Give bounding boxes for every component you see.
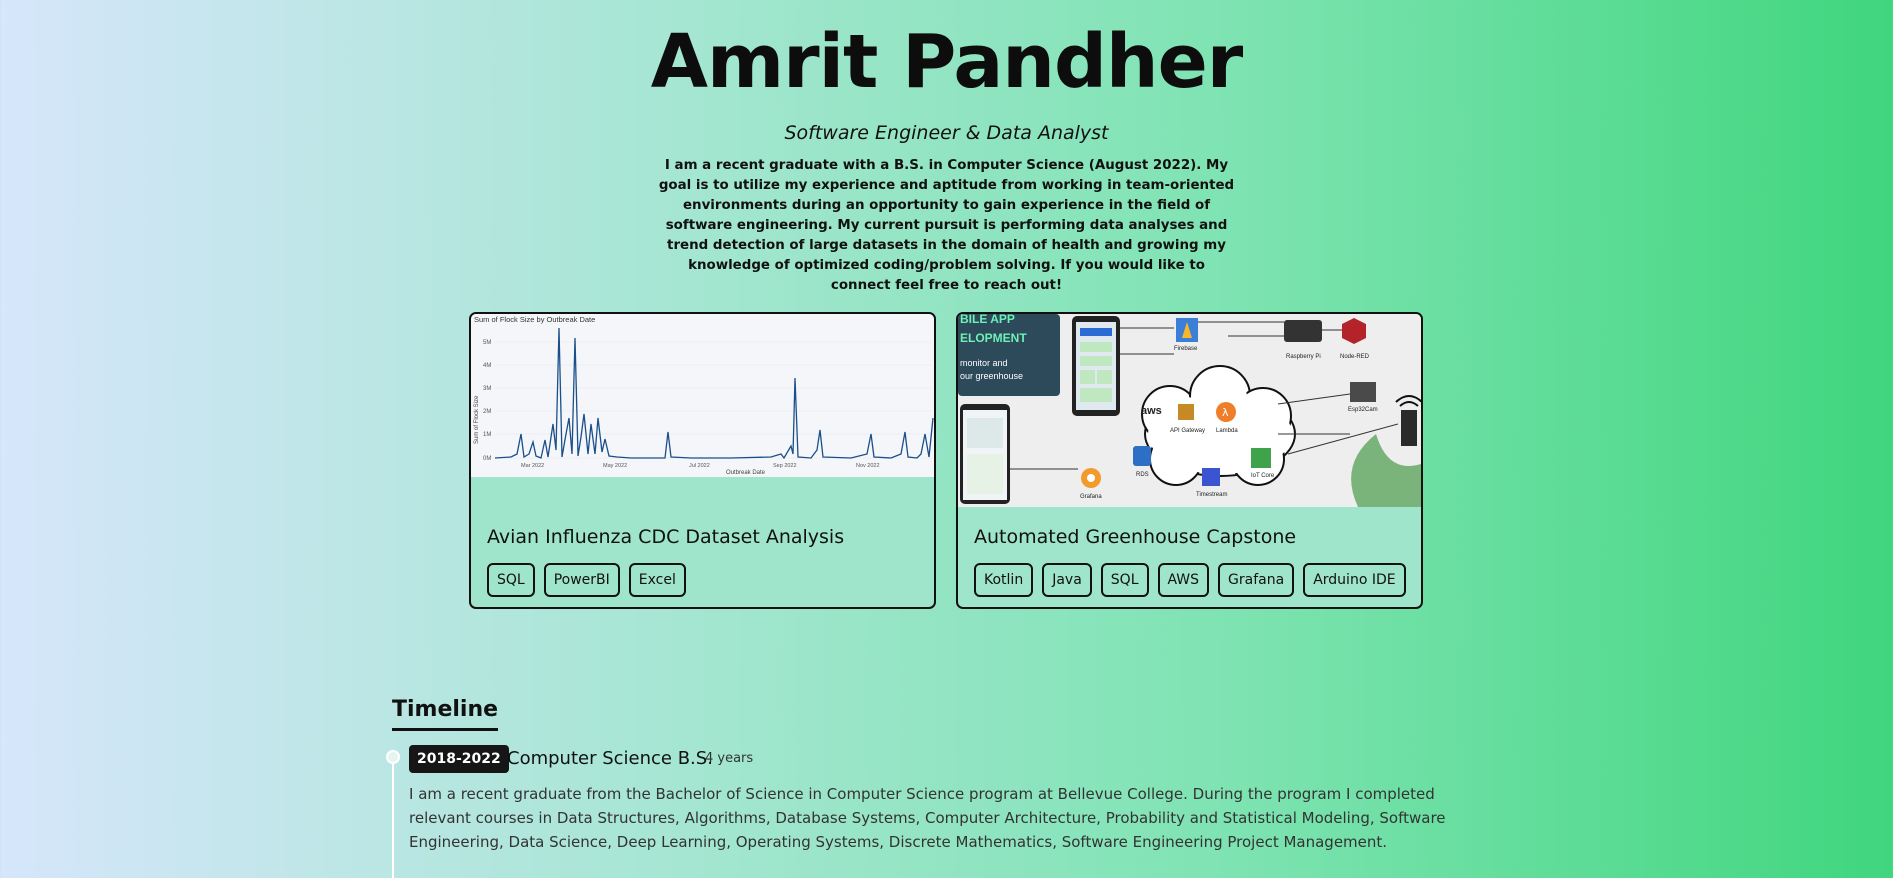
tag-java: Java <box>1042 563 1092 597</box>
project-title: Automated Greenhouse Capstone <box>974 526 1297 548</box>
thumb-banner-line: ELOPMENT <box>960 331 1027 345</box>
diagram-label: Firebase <box>1174 346 1198 352</box>
xtick: May 2022 <box>603 463 627 469</box>
diagram-label: Lambda <box>1216 428 1238 434</box>
header: Amrit Pandher Software Engineer & Data A… <box>0 0 1893 296</box>
diagram-label: Timestream <box>1196 492 1227 498</box>
diagram-label: API Gateway <box>1170 428 1205 434</box>
tag-excel: Excel <box>628 563 686 597</box>
page-title: Amrit Pandher <box>650 19 1244 105</box>
bio-text: I am a recent graduate with a B.S. in Co… <box>658 158 1235 293</box>
ytick: 2M <box>483 409 491 415</box>
diagram-label: IoT Core <box>1251 473 1275 479</box>
diagram-label: Node-RED <box>1340 354 1370 360</box>
thumb-banner-line: our greenhouse <box>960 371 1023 381</box>
project-card-avian-influenza[interactable]: Sum of Flock Size by Outbreak Date Sum o… <box>469 312 936 609</box>
tag-powerbi: PowerBI <box>543 563 620 597</box>
diagram-label: Raspberry Pi <box>1286 354 1321 360</box>
diagram-label: Esp32Cam <box>1348 407 1378 413</box>
timeline-dot <box>386 750 400 764</box>
xtick: Sep 2022 <box>773 463 797 469</box>
thumb-chart-title: Sum of Flock Size by Outbreak Date <box>474 315 595 324</box>
project-title: Avian Influenza CDC Dataset Analysis <box>487 526 845 548</box>
raspberry-pi-icon <box>1284 320 1322 342</box>
tag-aws: AWS <box>1157 563 1210 597</box>
xtick: Jul 2022 <box>689 463 710 469</box>
ytick: 1M <box>483 432 491 438</box>
timestream-icon <box>1202 468 1220 486</box>
project-tags: SQL PowerBI Excel <box>487 563 686 597</box>
timeline-heading: Timeline <box>392 696 499 731</box>
thumb-banner <box>958 314 1060 396</box>
rds-icon <box>1133 446 1151 466</box>
diagram-label: RDS <box>1136 472 1149 478</box>
tag-kotlin: Kotlin <box>974 563 1034 597</box>
esp32cam-icon <box>1350 382 1376 402</box>
thumb-ylabel: Sum of Flock Size <box>474 395 480 444</box>
timeline-date-badge: 2018-2022 <box>409 745 509 773</box>
api-gateway-icon <box>1178 404 1194 420</box>
xtick: Mar 2022 <box>521 463 544 469</box>
tag-arduino-ide: Arduino IDE <box>1303 563 1406 597</box>
ytick: 5M <box>483 340 491 346</box>
project-thumbnail-chart: Sum of Flock Size by Outbreak Date Sum o… <box>471 314 934 507</box>
svg-text:λ: λ <box>1222 406 1229 419</box>
tag-sql: SQL <box>1100 563 1149 597</box>
iot-core-icon <box>1251 448 1271 468</box>
xtick: Nov 2022 <box>856 463 880 469</box>
timeline-duration: 4 years <box>705 751 754 766</box>
project-thumbnail-diagram: BILE APP ELOPMENT monitor and our greenh… <box>958 314 1421 507</box>
thumb-banner-line: BILE APP <box>960 314 1015 326</box>
project-tags: Kotlin Java SQL AWS Grafana Arduino IDE <box>974 563 1406 597</box>
sensor-icon <box>1401 410 1417 446</box>
timeline-description: I am a recent graduate from the Bachelor… <box>409 785 1446 851</box>
project-card-greenhouse[interactable]: BILE APP ELOPMENT monitor and our greenh… <box>956 312 1423 609</box>
ytick: 0M <box>483 456 491 462</box>
thumb-xlabel: Outbreak Date <box>726 470 766 476</box>
page-subtitle: Software Engineer & Data Analyst <box>784 122 1109 144</box>
tag-sql: SQL <box>487 563 535 597</box>
thumb-banner-line: monitor and <box>960 358 1008 368</box>
ytick: 3M <box>483 386 491 392</box>
timeline-role: Computer Science B.S. <box>507 748 713 769</box>
diagram-label: Grafana <box>1080 494 1102 500</box>
tag-grafana: Grafana <box>1218 563 1295 597</box>
ytick: 4M <box>483 363 491 369</box>
timeline-line <box>392 758 394 878</box>
aws-logo: aws <box>1141 405 1162 417</box>
